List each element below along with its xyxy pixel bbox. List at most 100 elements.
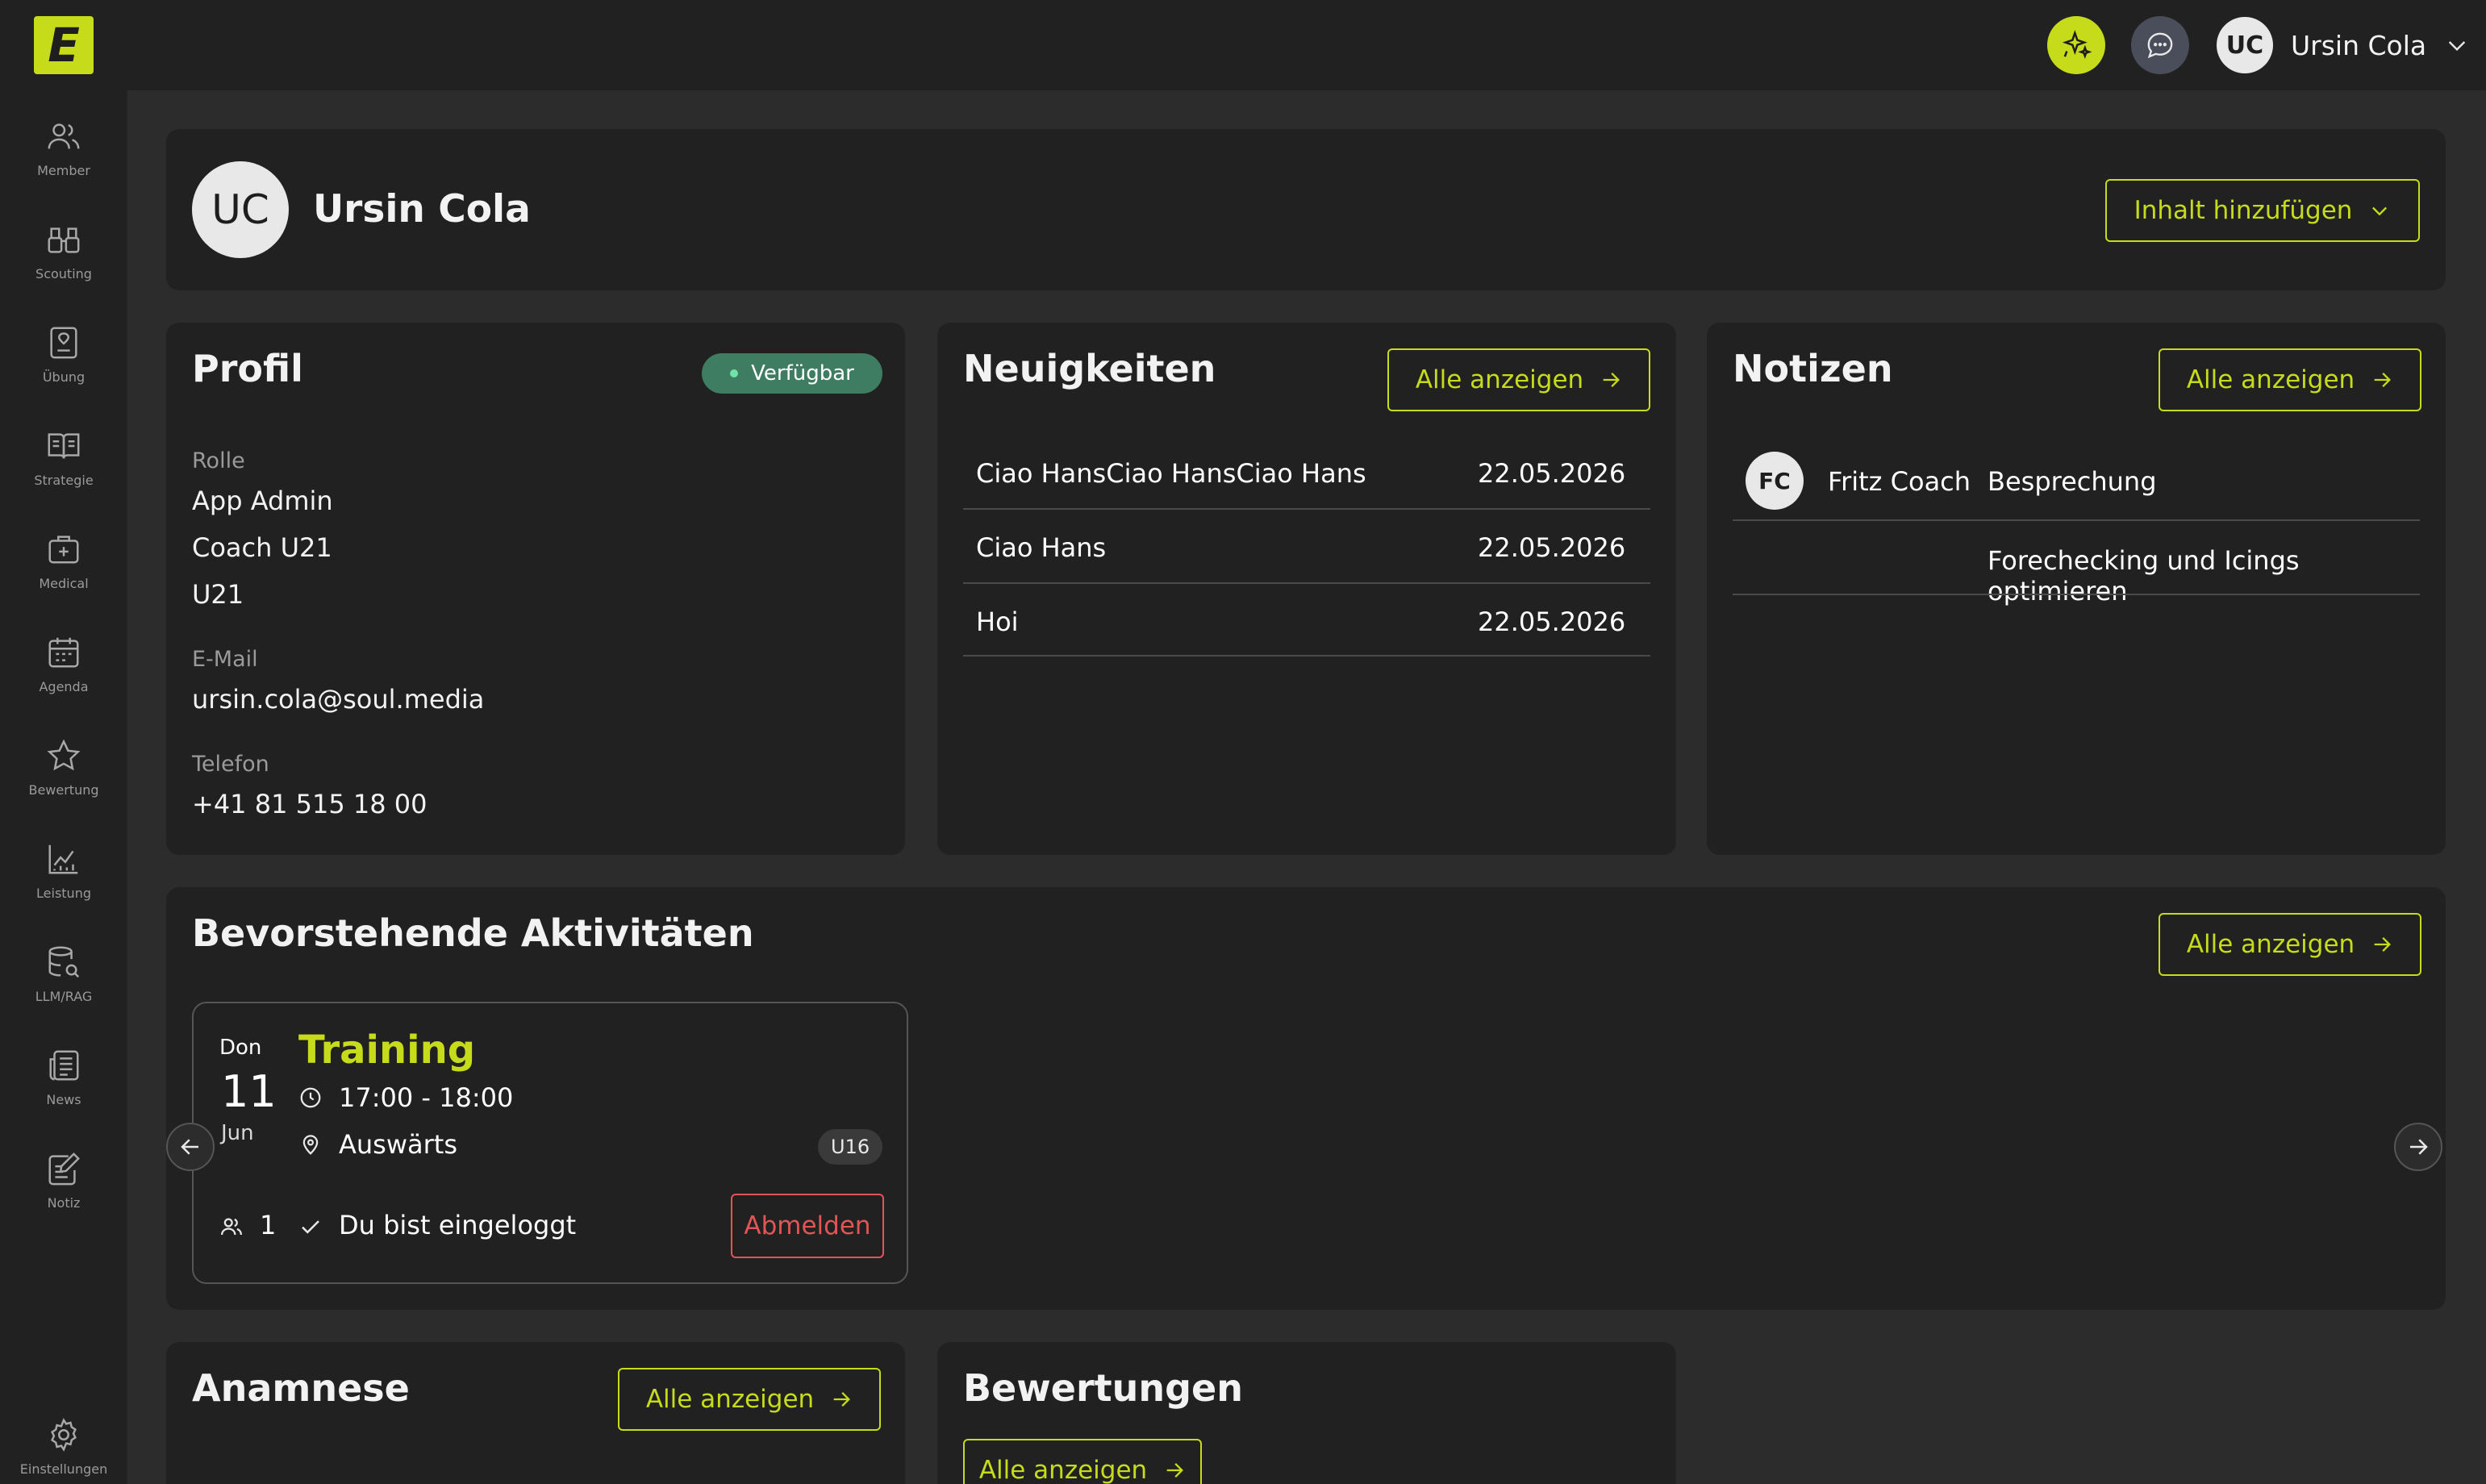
ai-sparkle-button[interactable]	[2047, 16, 2105, 74]
bewertungen-show-all-button[interactable]: Alle anzeigen	[963, 1439, 1202, 1484]
show-all-label: Alle anzeigen	[645, 1385, 815, 1414]
show-all-label: Alle anzeigen	[2186, 930, 2355, 959]
role-value: U21	[192, 579, 244, 610]
sidebar-label-bewertung: Bewertung	[28, 782, 99, 798]
sidebar-item-bewertung[interactable]: Bewertung	[0, 737, 127, 826]
clock-icon	[300, 1087, 321, 1108]
sidebar-label-uebung: Übung	[42, 369, 86, 385]
login-status: Du bist eingeloggt	[339, 1210, 577, 1240]
status-label: Verfügbar	[751, 361, 854, 386]
row-divider	[963, 508, 1650, 510]
row-divider	[963, 582, 1650, 584]
role-value: App Admin	[192, 486, 333, 516]
top-bar: UC Ursin Cola	[127, 0, 2486, 90]
sidebar-item-news[interactable]: News	[0, 1047, 127, 1136]
location-pin-icon	[302, 1135, 319, 1155]
sidebar-item-agenda[interactable]: Agenda	[0, 634, 127, 723]
profile-header-card: UC Ursin Cola Inhalt hinzufügen	[166, 129, 2446, 290]
database-search-icon	[48, 946, 80, 978]
activity-location: Auswärts	[339, 1129, 457, 1160]
role-label: Rolle	[192, 448, 245, 473]
activity-weekday: Don	[219, 1036, 262, 1060]
sidebar-item-uebung[interactable]: Übung	[0, 324, 127, 413]
sidebar-item-medical[interactable]: Medical	[0, 531, 127, 619]
star-icon	[47, 739, 81, 771]
sidebar-label-member: Member	[37, 163, 90, 178]
sidebar-item-scouting[interactable]: Scouting	[0, 221, 127, 310]
activity-time: 17:00 - 18:00	[339, 1082, 514, 1113]
phone-label: Telefon	[192, 752, 269, 777]
app-logo[interactable]: E	[34, 16, 94, 74]
news-row[interactable]: Ciao HansCiao HansCiao Hans 22.05.2026	[963, 448, 1650, 497]
profile-avatar: UC	[192, 161, 289, 258]
unregister-label: Abmelden	[744, 1211, 871, 1240]
sidebar-item-notiz[interactable]: Notiz	[0, 1150, 127, 1239]
notes-title: Notizen	[1733, 347, 1893, 390]
note-edit-icon	[48, 1153, 80, 1186]
logo-letter: E	[48, 18, 80, 73]
sidebar-label-scouting: Scouting	[35, 266, 92, 281]
activity-card[interactable]: Don 11 Jun Training 17:00 - 18:00 Auswär…	[192, 1002, 908, 1284]
activity-day: 11	[221, 1066, 277, 1117]
chat-button[interactable]	[2131, 16, 2189, 74]
arrow-left-icon	[181, 1139, 198, 1155]
arrow-right-icon	[1603, 373, 1620, 387]
note-subject: Besprechung	[1988, 466, 2157, 497]
check-icon	[302, 1220, 319, 1234]
anamnese-card: Anamnese Alle anzeigen	[166, 1342, 905, 1484]
show-all-label: Alle anzeigen	[978, 1456, 1148, 1484]
carousel-prev-button[interactable]	[166, 1123, 215, 1171]
participant-count: 1	[260, 1210, 277, 1240]
anamnese-show-all-button[interactable]: Alle anzeigen	[618, 1368, 881, 1431]
email-label: E-Mail	[192, 647, 258, 672]
carousel-next-button[interactable]	[2394, 1123, 2442, 1171]
medical-kit-icon	[48, 536, 79, 564]
add-content-button[interactable]: Inhalt hinzufügen	[2105, 179, 2420, 242]
sidebar-label-news: News	[46, 1092, 81, 1107]
sidebar-item-llm-rag[interactable]: LLM/RAG	[0, 944, 127, 1032]
row-divider	[1733, 519, 2420, 521]
news-title: Neuigkeiten	[963, 347, 1216, 390]
bewertungen-card: Bewertungen Alle anzeigen	[937, 1342, 1676, 1484]
row-divider	[963, 655, 1650, 657]
email-value[interactable]: ursin.cola@soul.media	[192, 684, 484, 715]
note-text: Forechecking und Icings optimieren	[1988, 545, 2300, 607]
news-row[interactable]: Ciao Hans 22.05.2026	[963, 523, 1650, 571]
unregister-button[interactable]: Abmelden	[731, 1194, 884, 1258]
phone-value[interactable]: +41 81 515 18 00	[192, 789, 427, 819]
bewertungen-title: Bewertungen	[963, 1366, 1243, 1410]
sparkle-icon	[2062, 30, 2092, 59]
note-author-avatar: FC	[1746, 452, 1804, 510]
sidebar-item-leistung[interactable]: Leistung	[0, 840, 127, 929]
role-value: Coach U21	[192, 532, 332, 563]
user-menu[interactable]: UC Ursin Cola	[2217, 16, 2470, 74]
news-item-title: Ciao HansCiao HansCiao Hans	[976, 458, 1366, 489]
sidebar-label-einstellungen: Einstellungen	[19, 1461, 108, 1477]
activities-card: Bevorstehende Aktivitäten Alle anzeigen …	[166, 887, 2446, 1310]
newspaper-icon	[49, 1050, 79, 1081]
news-row[interactable]: Hoi 22.05.2026	[963, 597, 1650, 645]
team-badge: U16	[818, 1129, 883, 1165]
activities-show-all-button[interactable]: Alle anzeigen	[2159, 913, 2421, 976]
note-item[interactable]: FC Fritz Coach Besprechung Forechecking …	[1733, 445, 2420, 607]
chart-icon	[48, 844, 78, 874]
chat-bubble-icon	[2147, 32, 2173, 59]
sidebar: E Member Scouting Übung Strategie Medica…	[0, 0, 127, 1484]
user-name: Ursin Cola	[2291, 29, 2427, 61]
profil-title: Profil	[192, 347, 303, 390]
sidebar-item-strategie[interactable]: Strategie	[0, 427, 127, 516]
sidebar-label-strategie: Strategie	[34, 473, 94, 488]
status-badge: Verfügbar	[702, 353, 882, 394]
chevron-down-icon	[2372, 206, 2388, 216]
news-item-title: Ciao Hans	[976, 532, 1107, 563]
news-item-date: 22.05.2026	[1478, 607, 1626, 637]
participants-icon	[221, 1218, 242, 1236]
note-author: Fritz Coach	[1828, 466, 1971, 497]
sidebar-item-einstellungen[interactable]: Einstellungen	[0, 1416, 127, 1484]
notes-show-all-button[interactable]: Alle anzeigen	[2159, 348, 2421, 411]
news-show-all-button[interactable]: Alle anzeigen	[1387, 348, 1650, 411]
activity-title: Training	[298, 1028, 476, 1073]
arrow-right-icon	[2410, 1139, 2428, 1155]
book-icon	[48, 433, 80, 459]
sidebar-item-member[interactable]: Member	[0, 118, 127, 206]
